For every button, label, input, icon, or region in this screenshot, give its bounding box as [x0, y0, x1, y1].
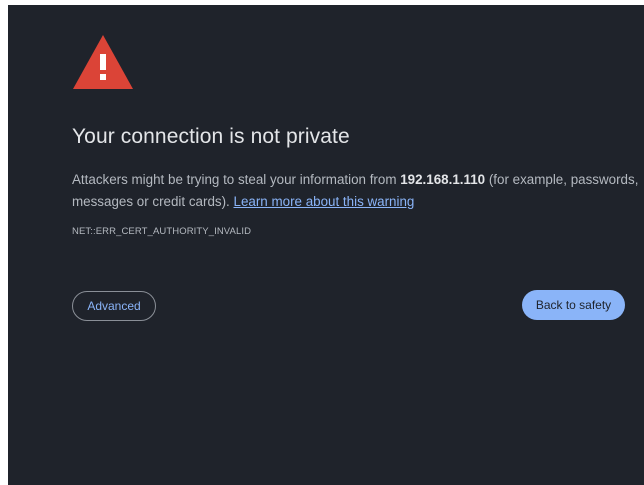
- interstitial-page: Your connection is not private Attackers…: [8, 5, 644, 485]
- message-text-start: Attackers might be trying to steal your …: [72, 172, 401, 187]
- warning-triangle-icon: [72, 34, 134, 90]
- warning-message: Attackers might be trying to steal your …: [72, 169, 640, 213]
- host-address: 192.168.1.110: [400, 172, 486, 187]
- learn-more-link[interactable]: Learn more about this warning: [234, 194, 415, 209]
- error-code: NET::ERR_CERT_AUTHORITY_INVALID: [72, 226, 252, 237]
- page-title: Your connection is not private: [72, 125, 350, 148]
- back-to-safety-button[interactable]: Back to safety: [522, 290, 625, 320]
- advanced-button[interactable]: Advanced: [72, 291, 156, 321]
